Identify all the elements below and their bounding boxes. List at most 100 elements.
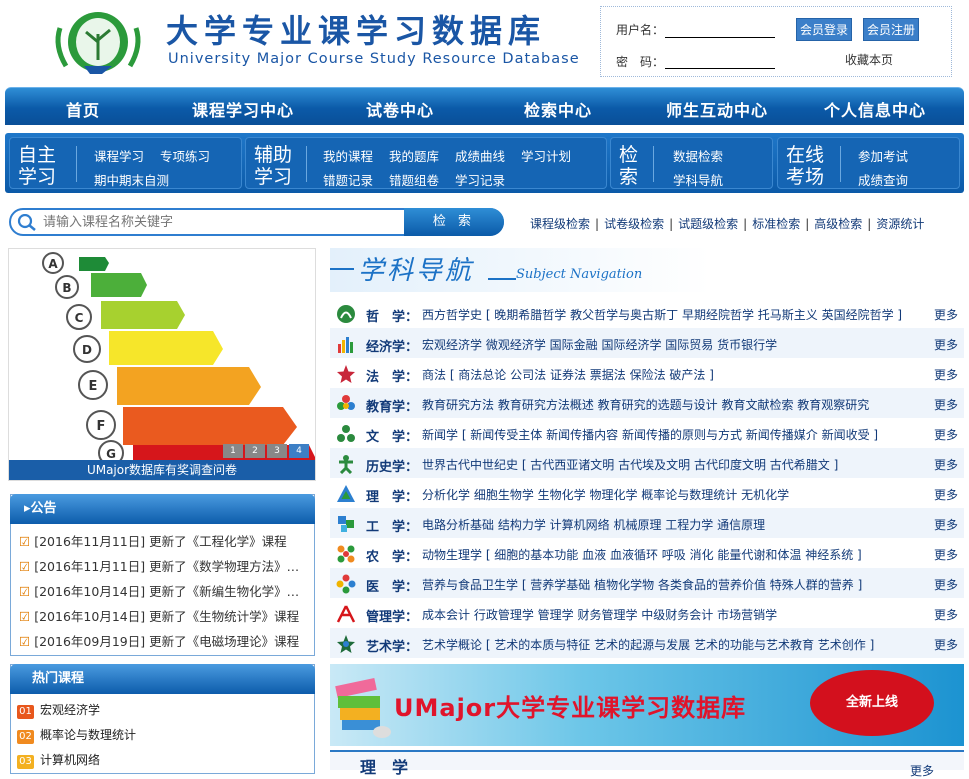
subject-courses[interactable]: 分析化学 细胞生物学 生物化学 物理化学 概率论与数理统计 无机化学	[422, 486, 922, 503]
slide-page-button[interactable]: 2	[245, 444, 265, 458]
search-button[interactable]: 检 索	[404, 208, 504, 236]
link-error-records[interactable]: 错题记录	[323, 170, 373, 189]
banner-caption[interactable]: UMajor数据库有奖调查问卷	[9, 460, 315, 480]
notice-item[interactable]: ☑ [2016年10月14日] 更新了《新编生物化学》课程	[19, 581, 309, 600]
subject-courses[interactable]: 艺术学概论 [ 艺术的本质与特征 艺术的起源与发展 艺术的功能与艺术教育 艺术创…	[422, 636, 922, 653]
nav-home[interactable]: 首页	[66, 97, 100, 121]
username-field[interactable]	[665, 37, 775, 38]
more-link[interactable]: 更多	[934, 606, 958, 623]
subject-courses[interactable]: 西方哲学史 [ 晚期希腊哲学 教父哲学与奥古斯丁 早期经院哲学 托马斯主义 英国…	[422, 306, 922, 323]
section-title[interactable]: 理 学	[360, 754, 408, 778]
link-paper-search[interactable]: 试卷级检索	[604, 217, 664, 231]
link-study-records[interactable]: 学习记录	[455, 170, 505, 189]
link-study-plan[interactable]: 学习计划	[521, 146, 571, 165]
subject-name: 理 学：	[366, 490, 419, 505]
password-label: 密 码：	[616, 55, 665, 69]
link-resource-stats[interactable]: 资源统计	[876, 217, 924, 231]
slide-page-button[interactable]: 3	[267, 444, 287, 458]
subject-courses[interactable]: 教育研究方法 教育研究方法概述 教育研究的选题与设计 教育文献检索 教育观察研究	[422, 396, 922, 413]
link-standard-search[interactable]: 标准检索	[752, 217, 800, 231]
link-score-curve[interactable]: 成绩曲线	[455, 146, 505, 165]
bookmark-link[interactable]: 收藏本页	[845, 51, 893, 68]
more-link[interactable]: 更多	[934, 546, 958, 563]
subject-courses[interactable]: 营养与食品卫生学 [ 营养学基础 植物化学物 各类食品的营养价值 特殊人群的营养…	[422, 576, 922, 593]
more-link[interactable]: 更多	[934, 306, 958, 323]
hot-courses-panel: 热门课程 01 宏观经济学 02 概率论与数理统计 03 计算机网络	[10, 664, 315, 774]
promo-banner[interactable]: UMajor大学专业课学习数据库 全新上线	[330, 664, 964, 746]
banner-slideshow[interactable]: A B C D E F G 1 2 3 4 UMajor数据库有奖调查问卷	[8, 248, 316, 481]
grade-letter: C	[75, 311, 84, 325]
more-link[interactable]: 更多	[934, 486, 958, 503]
hot-course-name[interactable]: 宏观经济学	[40, 703, 100, 717]
notice-item[interactable]: ☑ [2016年09月19日] 更新了《电磁场理论》课程	[19, 631, 309, 650]
more-link[interactable]: 更多	[934, 516, 958, 533]
hot-course-item[interactable]: 01 宏观经济学	[17, 701, 100, 719]
subject-name: 医 学：	[366, 580, 419, 595]
hot-course-item[interactable]: 02 概率论与数理统计	[17, 726, 136, 744]
link-data-search[interactable]: 数据检索	[673, 146, 723, 165]
link-score-query[interactable]: 成绩查询	[858, 170, 908, 189]
more-link[interactable]: 更多	[934, 636, 958, 653]
link-error-paper[interactable]: 错题组卷	[389, 170, 439, 189]
more-link[interactable]: 更多	[934, 336, 958, 353]
nav-personal-center[interactable]: 个人信息中心	[824, 97, 926, 121]
subject-name: 文 学：	[366, 430, 419, 445]
link-question-search[interactable]: 试题级检索	[678, 217, 738, 231]
notice-item[interactable]: ☑ [2016年11月11日] 更新了《数学物理方法》课程	[19, 556, 309, 575]
nav-course-center[interactable]: 课程学习中心	[192, 97, 294, 121]
site-subtitle: University Major Course Study Resource D…	[168, 51, 580, 67]
subject-courses[interactable]: 世界古代中世纪史 [ 古代西亚诸文明 古代埃及文明 古代印度文明 古代希腊文 ]	[422, 456, 922, 473]
nav-paper-center[interactable]: 试卷中心	[366, 97, 434, 121]
more-link[interactable]: 更多	[910, 762, 934, 779]
slide-page-button[interactable]: 4	[289, 444, 309, 458]
more-link[interactable]: 更多	[934, 576, 958, 593]
search-input[interactable]	[43, 213, 403, 231]
link-my-courses[interactable]: 我的课程	[323, 146, 373, 165]
subject-courses[interactable]: 新闻学 [ 新闻传受主体 新闻传播内容 新闻传播的原则与方式 新闻传播媒介 新闻…	[422, 426, 922, 443]
slide-page-button[interactable]: 1	[223, 444, 243, 458]
notice-text[interactable]: [2016年10月14日] 更新了《生物统计学》课程	[34, 609, 299, 624]
subject-name: 艺术学：	[366, 640, 419, 655]
subject-name: 农 学：	[366, 550, 419, 565]
more-link[interactable]: 更多	[934, 366, 958, 383]
nav-interaction-center[interactable]: 师生互动中心	[666, 97, 768, 121]
link-take-exam[interactable]: 参加考试	[858, 146, 908, 165]
notice-text[interactable]: [2016年10月14日] 更新了《新编生物化学》课程	[34, 584, 309, 599]
link-special-practice[interactable]: 专项练习	[160, 146, 210, 165]
link-course-study[interactable]: 课程学习	[94, 146, 144, 165]
link-my-questions[interactable]: 我的题库	[389, 146, 439, 165]
link-course-search[interactable]: 课程级检索	[530, 217, 590, 231]
new-launch-badge: 全新上线	[810, 670, 934, 736]
subject-courses[interactable]: 成本会计 行政管理学 管理学 财务管理学 中级财务会计 市场营销学	[422, 606, 922, 623]
slide-pager: 1 2 3 4	[223, 444, 309, 458]
more-link[interactable]: 更多	[934, 456, 958, 473]
hot-course-name[interactable]: 计算机网络	[40, 753, 100, 767]
hot-course-item[interactable]: 03 计算机网络	[17, 751, 100, 769]
separator: |	[743, 217, 748, 231]
hot-course-name[interactable]: 概率论与数理统计	[40, 728, 136, 742]
notice-text[interactable]: [2016年11月11日] 更新了《数学物理方法》课程	[34, 559, 309, 574]
grade-letter: B	[62, 281, 71, 295]
separator: |	[669, 217, 674, 231]
login-button[interactable]: 会员登录	[796, 18, 853, 41]
more-link[interactable]: 更多	[934, 396, 958, 413]
education-icon	[337, 395, 355, 410]
grade-letter: A	[48, 257, 58, 271]
nav-search-center[interactable]: 检索中心	[524, 97, 592, 121]
subject-courses[interactable]: 宏观经济学 微观经济学 国际金融 国际经济学 国际贸易 货币银行学	[422, 336, 922, 353]
subject-courses[interactable]: 电路分析基础 结构力学 计算机网络 机械原理 工程力学 通信原理	[422, 516, 922, 533]
more-link[interactable]: 更多	[934, 426, 958, 443]
notice-item[interactable]: ☑ [2016年11月11日] 更新了《工程化学》课程	[19, 531, 309, 550]
subject-row-art: 艺术学： 艺术学概论 [ 艺术的本质与特征 艺术的起源与发展 艺术的功能与艺术教…	[330, 628, 964, 658]
subject-courses[interactable]: 商法 [ 商法总论 公司法 证券法 票据法 保险法 破产法 ]	[422, 366, 922, 383]
subject-courses[interactable]: 动物生理学 [ 细胞的基本功能 血液 血液循环 呼吸 消化 能量代谢和体温 神经…	[422, 546, 922, 563]
notice-item[interactable]: ☑ [2016年10月14日] 更新了《生物统计学》课程	[19, 606, 309, 625]
notice-text[interactable]: [2016年11月11日] 更新了《工程化学》课程	[34, 534, 286, 549]
link-advanced-search[interactable]: 高级检索	[814, 217, 862, 231]
energy-bar-c: C	[66, 301, 185, 330]
notice-text[interactable]: [2016年09月19日] 更新了《电磁场理论》课程	[34, 634, 299, 649]
link-midterm-test[interactable]: 期中期末自测	[94, 170, 169, 189]
register-button[interactable]: 会员注册	[863, 18, 920, 41]
link-subject-nav[interactable]: 学科导航	[673, 170, 723, 189]
password-field[interactable]	[665, 68, 775, 69]
